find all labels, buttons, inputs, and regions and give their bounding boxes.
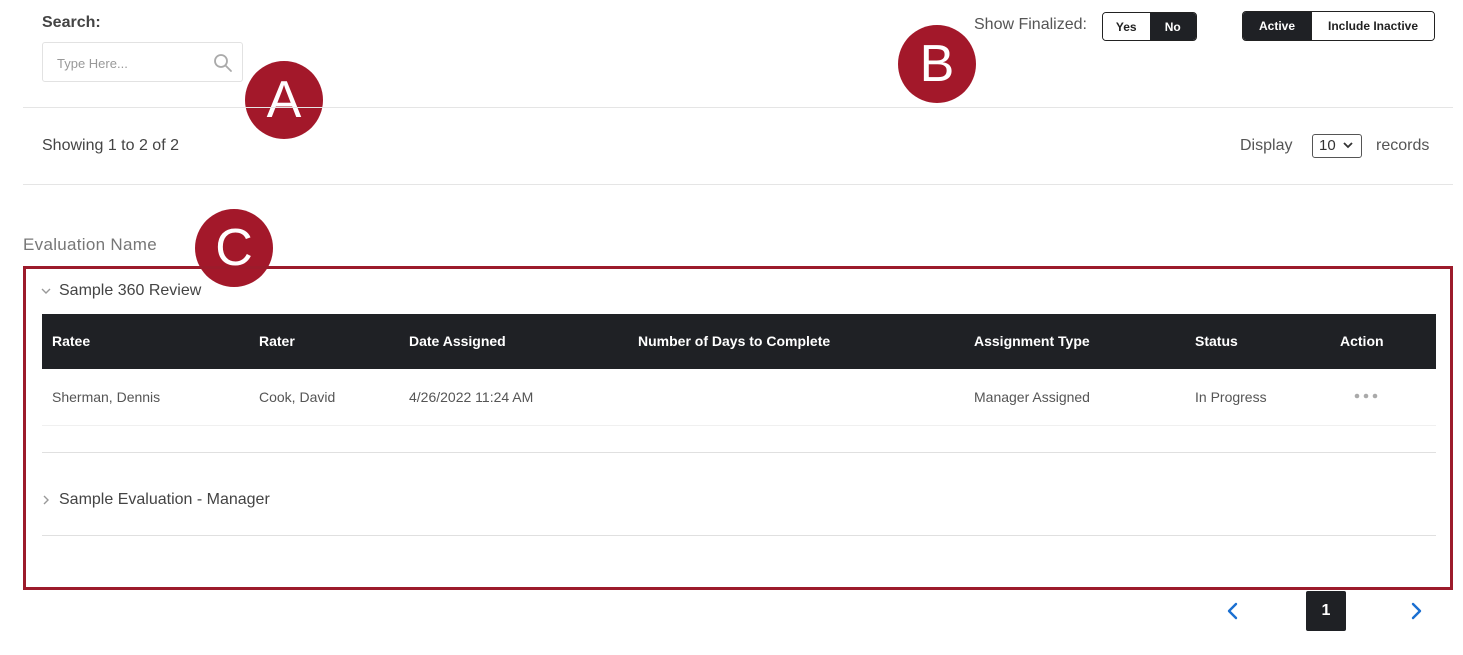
display-label: Display — [1240, 137, 1293, 154]
column-header-status[interactable]: Status — [1195, 314, 1238, 369]
chevron-down-icon — [1343, 142, 1353, 149]
column-header-assignment-type[interactable]: Assignment Type — [974, 314, 1090, 369]
search-label: Search: — [42, 14, 101, 31]
more-horizontal-icon[interactable] — [1352, 391, 1382, 401]
divider — [42, 452, 1436, 453]
records-label: records — [1376, 137, 1430, 154]
divider — [23, 107, 1453, 108]
cell-rater: Cook, David — [259, 389, 336, 405]
table-header: Ratee Rater Date Assigned Number of Days… — [42, 314, 1436, 369]
group-name: Sample 360 Review — [59, 282, 202, 299]
show-finalized-label: Show Finalized: — [974, 16, 1087, 33]
active-status-toggle: Active Include Inactive — [1242, 11, 1435, 41]
callout-marker-b: B — [898, 25, 976, 103]
search-input[interactable] — [57, 53, 207, 73]
evaluation-name-heading: Evaluation Name — [23, 235, 157, 254]
column-header-rater[interactable]: Rater — [259, 314, 295, 369]
group-toggle-sample-360-review[interactable]: Sample 360 Review — [40, 282, 201, 300]
divider — [42, 535, 1436, 536]
cell-ratee: Sherman, Dennis — [52, 389, 161, 405]
chevron-right-icon — [43, 495, 49, 505]
finalized-yes-button[interactable]: Yes — [1103, 13, 1150, 40]
search-box[interactable] — [42, 42, 243, 82]
column-header-action: Action — [1340, 333, 1384, 349]
active-button[interactable]: Active — [1243, 12, 1311, 40]
cell-date-assigned: 4/26/2022 11:24 AM — [409, 389, 534, 405]
column-header-ratee[interactable]: Ratee — [52, 314, 90, 369]
callout-marker-a: A — [245, 61, 323, 139]
divider — [23, 184, 1453, 185]
records-per-page-select[interactable]: 10 — [1312, 134, 1362, 158]
group-name: Sample Evaluation - Manager — [59, 491, 270, 508]
chevron-left-icon[interactable] — [1222, 600, 1244, 622]
table-row: Sherman, Dennis Cook, David 4/26/2022 11… — [42, 369, 1436, 426]
include-inactive-button[interactable]: Include Inactive — [1311, 12, 1434, 40]
show-finalized-toggle: Yes No — [1102, 12, 1197, 41]
chevron-down-icon — [41, 288, 51, 294]
showing-count: Showing 1 to 2 of 2 — [42, 137, 179, 154]
cell-status: In Progress — [1195, 389, 1267, 405]
search-icon[interactable] — [213, 53, 233, 73]
pagination-page-1[interactable]: 1 — [1306, 591, 1346, 631]
group-toggle-sample-evaluation-manager[interactable]: Sample Evaluation - Manager — [40, 491, 270, 509]
cell-assignment-type: Manager Assigned — [974, 389, 1090, 405]
records-per-page-value: 10 — [1319, 137, 1336, 154]
column-header-days-to-complete[interactable]: Number of Days to Complete — [638, 314, 830, 369]
finalized-no-button[interactable]: No — [1149, 13, 1196, 40]
column-header-date-assigned[interactable]: Date Assigned — [409, 314, 506, 369]
chevron-right-icon[interactable] — [1405, 600, 1427, 622]
